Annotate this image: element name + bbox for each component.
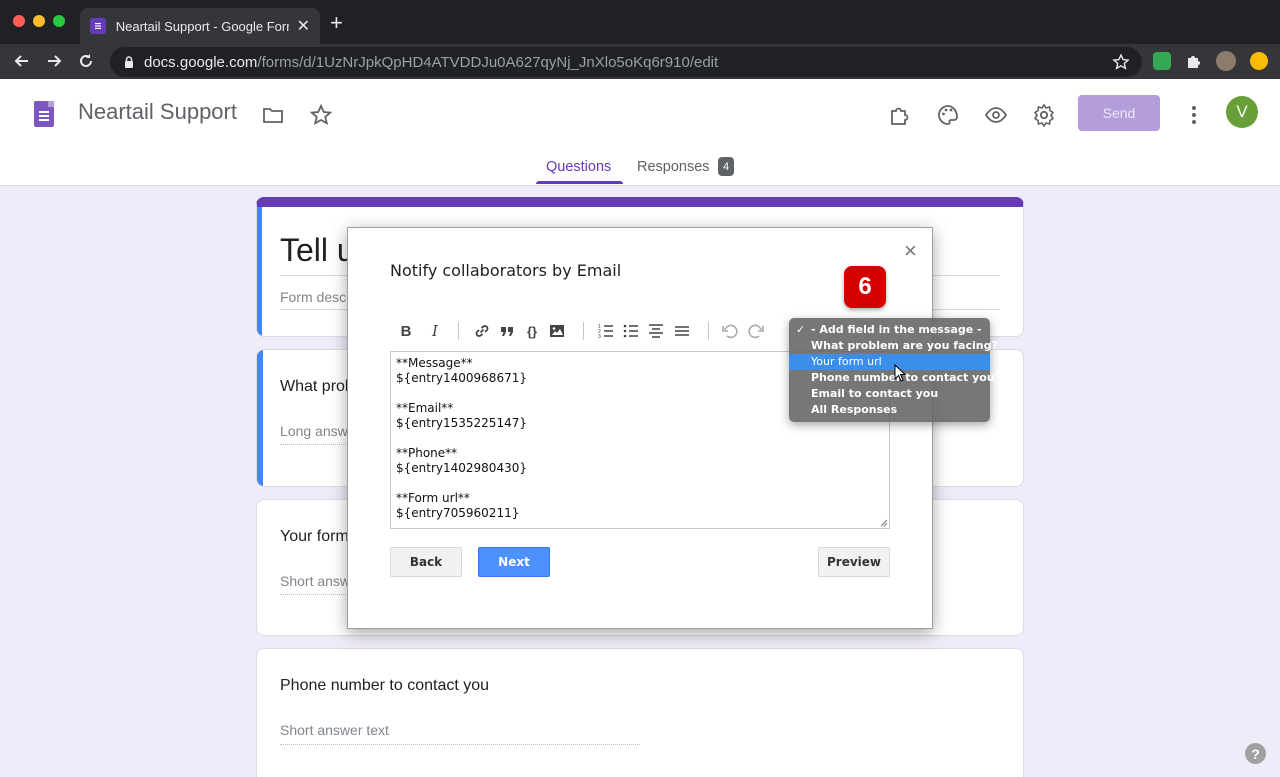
code-braces-icon[interactable]: {}	[522, 320, 542, 342]
extension-lightbulb-icon[interactable]	[1250, 52, 1268, 70]
dropdown-option[interactable]: Email to contact you	[789, 386, 990, 402]
back-button[interactable]: Back	[390, 547, 462, 577]
question-title[interactable]: Your form	[280, 528, 349, 546]
profile-avatar[interactable]	[1216, 51, 1236, 71]
answer-hint: Long answ	[280, 423, 348, 439]
responses-count-badge: 4	[718, 157, 734, 176]
more-options-icon[interactable]	[1184, 103, 1204, 127]
dropdown-option[interactable]: Phone number to contact you	[789, 370, 995, 386]
lock-icon	[125, 56, 133, 68]
window-close-button[interactable]	[13, 15, 25, 27]
next-button[interactable]: Next	[478, 547, 550, 577]
undo-icon[interactable]	[720, 320, 740, 342]
tab-questions[interactable]: Questions	[546, 159, 611, 175]
bullet-list-icon[interactable]	[621, 320, 641, 342]
italic-icon[interactable]: I	[425, 320, 445, 342]
editor-line: ${entry705960211}	[396, 506, 520, 520]
active-card-indicator	[257, 350, 263, 486]
editor-line: **Phone**	[396, 446, 458, 460]
extension-mail-icon[interactable]	[1153, 52, 1171, 70]
quote-icon[interactable]	[497, 320, 517, 342]
extensions-puzzle-icon[interactable]	[1185, 52, 1203, 70]
align-center-icon[interactable]	[646, 320, 666, 342]
tab-close-icon[interactable]: ✕	[297, 16, 310, 36]
dropdown-option-selected[interactable]: Your form url	[789, 354, 990, 370]
google-forms-logo-icon[interactable]	[34, 101, 54, 127]
editor-line: ${entry1402980430}	[396, 461, 527, 475]
google-forms-favicon-icon	[90, 18, 106, 34]
step-number-badge: 6	[844, 266, 886, 308]
window-minimize-button[interactable]	[33, 15, 45, 27]
form-title[interactable]: Tell u	[280, 232, 355, 269]
customize-theme-palette-icon[interactable]	[936, 103, 960, 127]
browser-tab[interactable]: Neartail Support - Google Form ✕	[80, 8, 320, 44]
horizontal-rule-icon[interactable]	[672, 320, 692, 342]
tab-responses[interactable]: Responses	[637, 159, 710, 175]
editor-line: **Form url**	[396, 491, 470, 505]
browser-toolbar: docs.google.com/forms/d/1UzNrJpkQpHD4ATV…	[0, 44, 1280, 79]
redo-icon[interactable]	[746, 320, 766, 342]
notify-email-dialog: × Notify collaborators by Email 6 B I {}…	[347, 227, 933, 629]
mouse-pointer-icon	[894, 364, 906, 382]
url-text: docs.google.com/forms/d/1UzNrJpkQpHD4ATV…	[144, 53, 719, 71]
answer-underline	[280, 744, 640, 745]
image-icon[interactable]	[547, 320, 567, 342]
preview-button[interactable]: Preview	[818, 547, 890, 577]
send-button[interactable]: Send	[1078, 95, 1160, 131]
move-to-folder-icon[interactable]	[261, 103, 285, 127]
checkmark-icon: ✓	[796, 323, 806, 336]
addons-puzzle-icon[interactable]	[888, 103, 912, 127]
new-tab-button[interactable]: +	[330, 12, 343, 34]
star-icon[interactable]	[309, 103, 333, 127]
preview-eye-icon[interactable]	[984, 103, 1008, 127]
settings-gear-icon[interactable]	[1032, 103, 1056, 128]
bold-icon[interactable]: B	[396, 320, 416, 342]
svg-text:3: 3	[598, 334, 601, 340]
form-document-title[interactable]: Neartail Support	[78, 99, 237, 125]
address-bar[interactable]: docs.google.com/forms/d/1UzNrJpkQpHD4ATV…	[110, 47, 1142, 77]
dialog-title: Notify collaborators by Email	[390, 261, 622, 280]
resize-handle-icon[interactable]	[880, 519, 888, 527]
numbered-list-icon[interactable]: 123	[596, 320, 616, 342]
browser-tab-bar: Neartail Support - Google Form ✕ +	[0, 0, 1280, 44]
forward-arrow-icon[interactable]	[43, 50, 65, 72]
link-icon[interactable]	[472, 320, 492, 342]
add-field-dropdown-menu[interactable]: ✓ - Add field in the message - What prob…	[789, 318, 998, 422]
user-avatar[interactable]: V	[1226, 96, 1258, 128]
answer-hint: Short answ	[280, 573, 351, 589]
help-icon[interactable]: ?	[1245, 743, 1266, 764]
dropdown-option[interactable]: What problem are you facing?	[789, 338, 998, 354]
bookmark-star-icon[interactable]	[1112, 53, 1130, 71]
tab-title: Neartail Support - Google Form	[115, 18, 289, 34]
reload-icon[interactable]	[75, 50, 97, 72]
window-maximize-button[interactable]	[53, 15, 65, 27]
active-tab-indicator	[536, 181, 623, 184]
close-icon[interactable]: ×	[904, 240, 917, 262]
dropdown-option[interactable]: All Responses	[789, 402, 990, 418]
answer-hint: Short answer text	[280, 722, 389, 738]
question-card-phone[interactable]: Phone number to contact you Short answer…	[256, 648, 1024, 777]
dropdown-option-placeholder[interactable]: ✓ - Add field in the message -	[789, 322, 990, 338]
active-card-indicator	[257, 207, 262, 336]
question-title[interactable]: Phone number to contact you	[280, 677, 489, 695]
back-arrow-icon[interactable]	[11, 50, 33, 72]
form-description[interactable]: Form desc	[280, 289, 346, 305]
question-title[interactable]: What prob	[280, 378, 354, 396]
forms-header: Neartail Support Send V Questions Respon…	[0, 79, 1280, 186]
